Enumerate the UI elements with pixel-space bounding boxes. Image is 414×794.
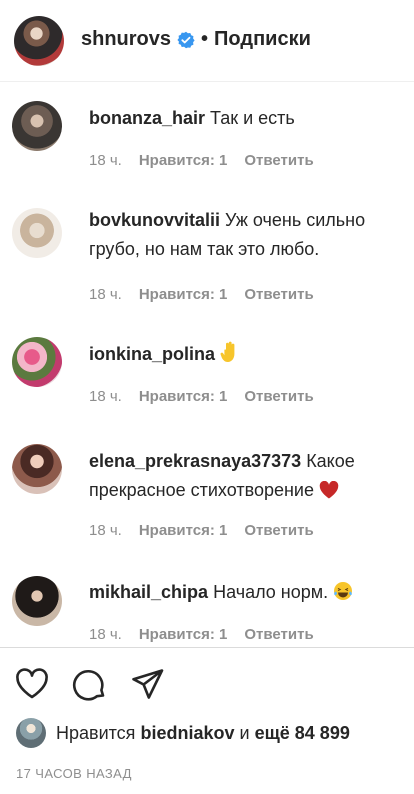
comment-meta: 18 ч. Нравится: 1 Ответить <box>89 388 331 405</box>
comment-avatar[interactable] <box>12 101 62 151</box>
liker-avatar[interactable] <box>16 718 46 748</box>
comment-time: 18 ч. <box>89 388 122 405</box>
follow-status-button[interactable]: Подписки <box>214 28 311 51</box>
comment-text: elena_prekrasnaya37373 Какое прекрасное … <box>89 447 400 508</box>
paper-plane-icon <box>131 668 165 705</box>
comment-likes-button[interactable]: Нравится: 1 <box>139 286 228 303</box>
heart-emoji-icon <box>319 479 339 508</box>
comment-reply-button[interactable]: Ответить <box>244 388 313 405</box>
author-username[interactable]: shnurovs <box>81 28 171 51</box>
comment-message: Так и есть <box>210 108 295 128</box>
comment-username[interactable]: mikhail_chipa <box>89 582 208 602</box>
comment-button[interactable] <box>70 666 110 706</box>
post-header: shnurovs • Подписки <box>0 0 414 82</box>
comment-meta: 18 ч. Нравится: 1 Ответить <box>89 522 331 539</box>
comment-item: bonanza_hair Так и есть 18 ч. Нравится: … <box>0 96 414 196</box>
comment-likes-button[interactable]: Нравится: 1 <box>139 388 228 405</box>
comment-message: Начало норм. <box>213 582 329 602</box>
post-footer: Нравится biedniakov и ещё 84 899 17 ЧАСО… <box>0 647 414 794</box>
comment-item: elena_prekrasnaya37373 Какое прекрасное … <box>0 444 414 556</box>
comment-meta: 18 ч. Нравится: 1 Ответить <box>89 286 331 303</box>
comment-time: 18 ч. <box>89 286 122 303</box>
comment-text: bovkunovvitalii Уж очень сильно грубо, н… <box>89 206 400 264</box>
comment-username[interactable]: bovkunovvitalii <box>89 210 220 230</box>
comment-meta: 18 ч. Нравится: 1 Ответить <box>89 152 331 169</box>
header-info: shnurovs • Подписки <box>81 28 311 51</box>
comment-item: ionkina_polina 18 ч. Нравится: 1 Ответит… <box>0 332 414 432</box>
comment-text: ionkina_polina <box>89 340 400 372</box>
author-avatar[interactable] <box>14 16 64 66</box>
comment-time: 18 ч. <box>89 626 122 643</box>
comment-reply-button[interactable]: Ответить <box>244 286 313 303</box>
comment-text: bonanza_hair Так и есть <box>89 104 400 133</box>
post-timestamp: 17 ЧАСОВ НАЗАД <box>16 766 132 781</box>
likes-conjunction: и <box>239 722 250 743</box>
comment-avatar[interactable] <box>12 337 62 387</box>
comment-avatar[interactable] <box>12 576 62 626</box>
comment-username[interactable]: elena_prekrasnaya37373 <box>89 451 301 471</box>
verified-badge-icon <box>177 31 195 49</box>
header-separator: • <box>201 28 209 50</box>
comment-meta: 18 ч. Нравится: 1 Ответить <box>89 626 331 643</box>
comment-avatar[interactable] <box>12 444 62 494</box>
comment-username[interactable]: ionkina_polina <box>89 344 215 364</box>
comment-bubble-icon <box>72 666 108 707</box>
comment-item: mikhail_chipa Начало норм. 18 ч. Нравитс… <box>0 574 414 654</box>
comment-reply-button[interactable]: Ответить <box>244 626 313 643</box>
comment-reply-button[interactable]: Ответить <box>244 522 313 539</box>
comment-avatar[interactable] <box>12 208 62 258</box>
comment-reply-button[interactable]: Ответить <box>244 152 313 169</box>
comment-likes-button[interactable]: Нравится: 1 <box>139 522 228 539</box>
like-button[interactable] <box>12 666 52 706</box>
comment-item: bovkunovvitalii Уж очень сильно грубо, н… <box>0 200 414 320</box>
comment-time: 18 ч. <box>89 152 122 169</box>
action-bar <box>0 666 414 706</box>
likes-count-link[interactable]: ещё 84 899 <box>255 723 350 744</box>
liker-username[interactable]: biedniakov <box>140 723 234 744</box>
share-button[interactable] <box>128 666 168 706</box>
likes-prefix: Нравится <box>56 722 136 743</box>
comment-text: mikhail_chipa Начало норм. <box>89 578 400 610</box>
likes-summary: Нравится biedniakov и ещё 84 899 <box>16 718 350 748</box>
heart-outline-icon <box>15 667 49 705</box>
laughing-emoji-icon <box>333 581 353 610</box>
hand-emoji-icon <box>220 341 238 372</box>
comment-username[interactable]: bonanza_hair <box>89 108 205 128</box>
comment-time: 18 ч. <box>89 522 122 539</box>
comment-likes-button[interactable]: Нравится: 1 <box>139 152 228 169</box>
comment-likes-button[interactable]: Нравится: 1 <box>139 626 228 643</box>
